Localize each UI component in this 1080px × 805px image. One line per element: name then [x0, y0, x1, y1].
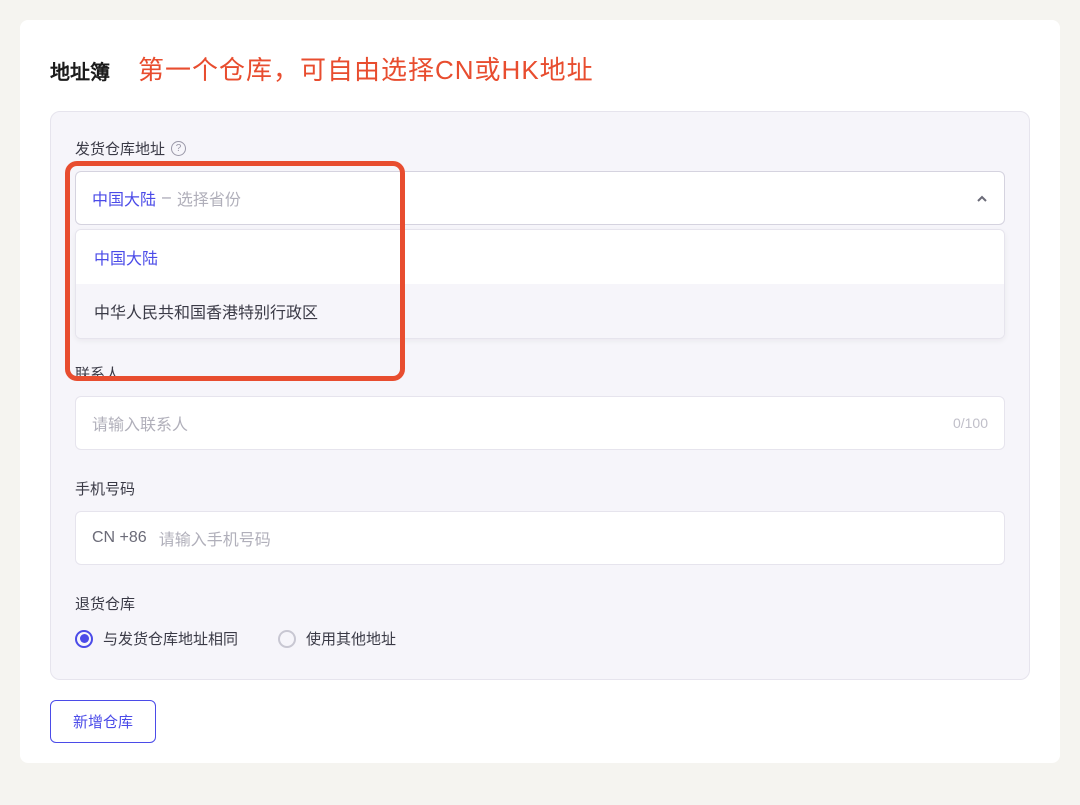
radio-dot-icon [80, 634, 89, 643]
phone-field: 手机号码 CN +86 请输入手机号码 [75, 478, 1005, 565]
contact-input[interactable]: 请输入联系人 0/100 [75, 396, 1005, 450]
phone-label-row: 手机号码 [75, 478, 1005, 499]
contact-label: 联系人 [75, 363, 120, 384]
return-warehouse-label: 退货仓库 [75, 593, 135, 614]
select-dash: – [162, 189, 171, 207]
contact-placeholder: 请输入联系人 [92, 411, 188, 435]
warehouse-address-label-row: 发货仓库地址 ? [75, 138, 1005, 159]
warehouse-address-label: 发货仓库地址 [75, 138, 165, 159]
return-warehouse-radio-group: 与发货仓库地址相同 使用其他地址 [75, 628, 1005, 649]
dropdown-option-hk[interactable]: 中华人民共和国香港特别行政区 [76, 284, 1004, 338]
help-icon[interactable]: ? [171, 141, 186, 156]
warehouse-address-field: 发货仓库地址 ? 中国大陆 – 选择省份 中国大陆 [75, 138, 1005, 335]
province-placeholder: 选择省份 [177, 186, 241, 210]
select-value: 中国大陆 – 选择省份 [92, 186, 241, 210]
radio-label-same: 与发货仓库地址相同 [103, 628, 238, 649]
phone-placeholder: 请输入手机号码 [159, 526, 271, 550]
contact-char-count: 0/100 [953, 415, 988, 431]
contact-label-row: 联系人 [75, 363, 1005, 384]
selected-country: 中国大陆 [92, 186, 156, 210]
add-warehouse-button[interactable]: 新增仓库 [50, 700, 156, 743]
actions-row: 新增仓库 [50, 700, 1030, 743]
warehouse-country-select[interactable]: 中国大陆 – 选择省份 [75, 171, 1005, 225]
phone-label: 手机号码 [75, 478, 135, 499]
warehouse-select-wrapper: 中国大陆 – 选择省份 中国大陆 中华人民共和国香港特别行政区 [75, 171, 1005, 225]
annotation-text: 第一个仓库，可自由选择CN或HK地址 [138, 50, 594, 87]
phone-prefix: CN +86 [92, 529, 147, 547]
phone-input[interactable]: CN +86 请输入手机号码 [75, 511, 1005, 565]
address-book-container: 地址簿 第一个仓库，可自由选择CN或HK地址 发货仓库地址 ? 中国大陆 – 选… [20, 20, 1060, 763]
radio-icon [75, 630, 93, 648]
return-warehouse-label-row: 退货仓库 [75, 593, 1005, 614]
radio-option-other[interactable]: 使用其他地址 [278, 628, 396, 649]
dropdown-option-cn[interactable]: 中国大陆 [76, 230, 1004, 284]
country-dropdown: 中国大陆 中华人民共和国香港特别行政区 [75, 229, 1005, 339]
radio-label-other: 使用其他地址 [306, 628, 396, 649]
radio-option-same[interactable]: 与发货仓库地址相同 [75, 628, 238, 649]
contact-field: 联系人 请输入联系人 0/100 [75, 363, 1005, 450]
return-warehouse-field: 退货仓库 与发货仓库地址相同 使用其他地址 [75, 593, 1005, 649]
radio-icon [278, 630, 296, 648]
page-title: 地址簿 [50, 56, 110, 85]
warehouse-form-panel: 发货仓库地址 ? 中国大陆 – 选择省份 中国大陆 [50, 111, 1030, 680]
chevron-up-icon [976, 192, 988, 204]
header-row: 地址簿 第一个仓库，可自由选择CN或HK地址 [50, 50, 1030, 87]
